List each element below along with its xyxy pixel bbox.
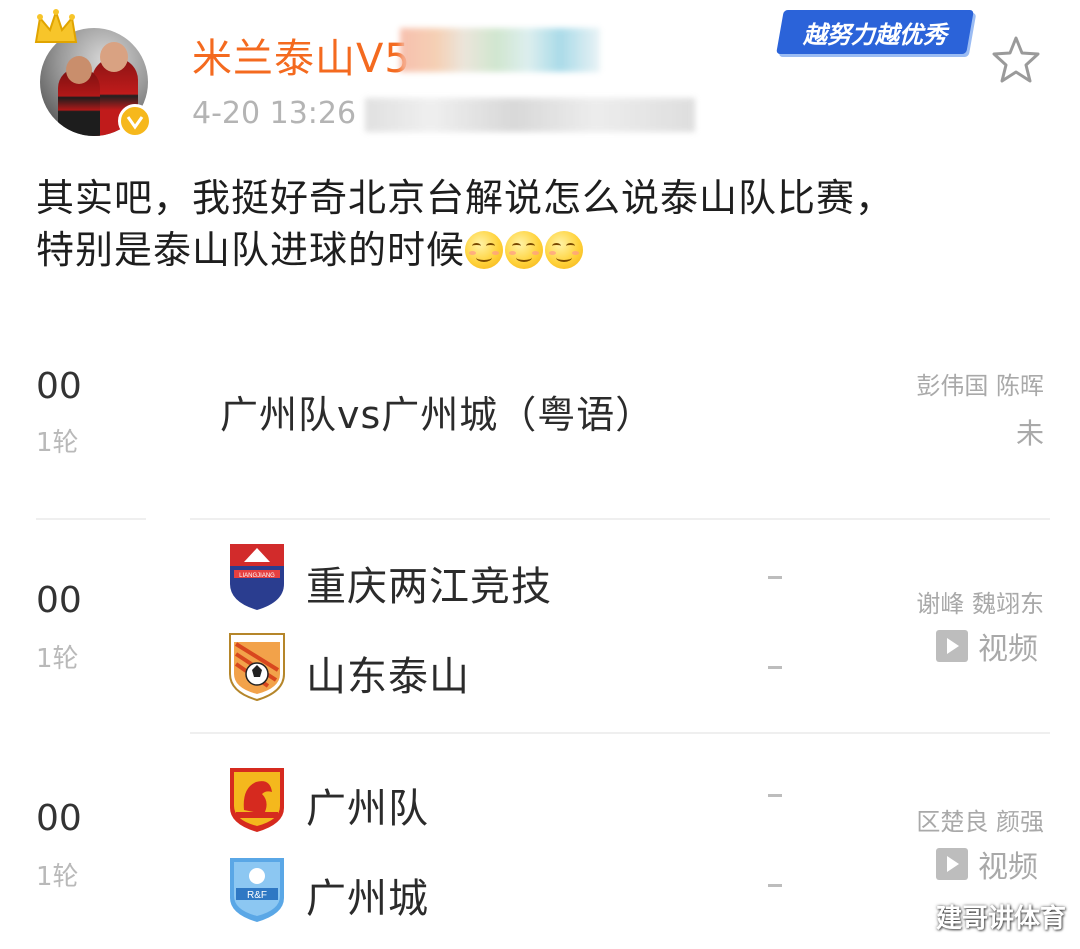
video-button[interactable]: 视频 <box>936 624 1038 668</box>
slogan-badge: 越努力越优秀 <box>776 10 974 54</box>
divider <box>190 518 1050 520</box>
away-team-name: 山东泰山 <box>306 654 470 700</box>
home-score <box>768 794 782 797</box>
smile-emoji-icon <box>465 231 504 269</box>
match-schedule: 00 1轮 广州队vs广州城（粤语） 彭伟国 陈晖 未 00 1轮 LIANGJ… <box>0 340 1080 949</box>
home-score <box>768 576 782 579</box>
post-timestamp: 4-20 13:26 <box>192 96 357 131</box>
match-time: 00 <box>36 580 82 621</box>
post-text-line-2: 特别是泰山队进球的时候 <box>36 224 1046 276</box>
home-team-name: 广州队 <box>306 786 429 832</box>
chongqing-crest-icon: LIANGJIANG <box>230 544 284 610</box>
watermark: 建哥讲体育 <box>935 904 1066 934</box>
guangzhou-crest-icon <box>230 768 284 832</box>
svg-text:R&F: R&F <box>247 890 267 901</box>
play-icon <box>936 848 968 880</box>
away-score <box>768 666 782 669</box>
username[interactable]: 米兰泰山V5 <box>192 26 411 84</box>
match-time: 00 <box>36 366 82 407</box>
play-icon <box>936 630 968 662</box>
away-team-name: 广州城 <box>306 876 429 922</box>
user-avatar-area[interactable] <box>30 8 160 138</box>
crown-icon <box>34 8 78 43</box>
match-round: 1轮 <box>36 862 79 892</box>
match-round: 1轮 <box>36 428 79 458</box>
guangzhou-city-crest-icon: R&F <box>230 858 284 922</box>
post-text: 其实吧，我挺好奇北京台解说怎么说泰山队比赛， 特别是泰山队进球的时候 <box>36 172 1046 276</box>
commentators: 区楚良 颜强 <box>916 808 1044 836</box>
match-time: 00 <box>36 798 82 839</box>
post-meta-blur-mask <box>365 98 695 132</box>
video-button[interactable]: 视频 <box>936 842 1038 886</box>
star-icon[interactable] <box>990 34 1042 86</box>
smile-emoji-icon <box>505 231 544 269</box>
username-blur-mask <box>400 28 600 72</box>
svg-text:LIANGJIANG: LIANGJIANG <box>239 573 275 579</box>
home-team-name: 重庆两江竞技 <box>306 564 552 610</box>
verified-badge-icon <box>118 104 152 138</box>
away-score <box>768 884 782 887</box>
match-round: 1轮 <box>36 644 79 674</box>
match-status: 未 <box>1015 417 1044 450</box>
smile-emoji-icon <box>545 231 584 269</box>
divider <box>36 518 146 520</box>
divider <box>190 732 1050 734</box>
match-title: 广州队vs广州城（粤语） <box>220 393 655 437</box>
shandong-crest-icon <box>229 633 285 702</box>
commentators: 谢峰 魏翊东 <box>916 590 1044 618</box>
commentators: 彭伟国 陈晖 <box>916 372 1044 400</box>
post-text-line-1: 其实吧，我挺好奇北京台解说怎么说泰山队比赛， <box>36 176 895 220</box>
